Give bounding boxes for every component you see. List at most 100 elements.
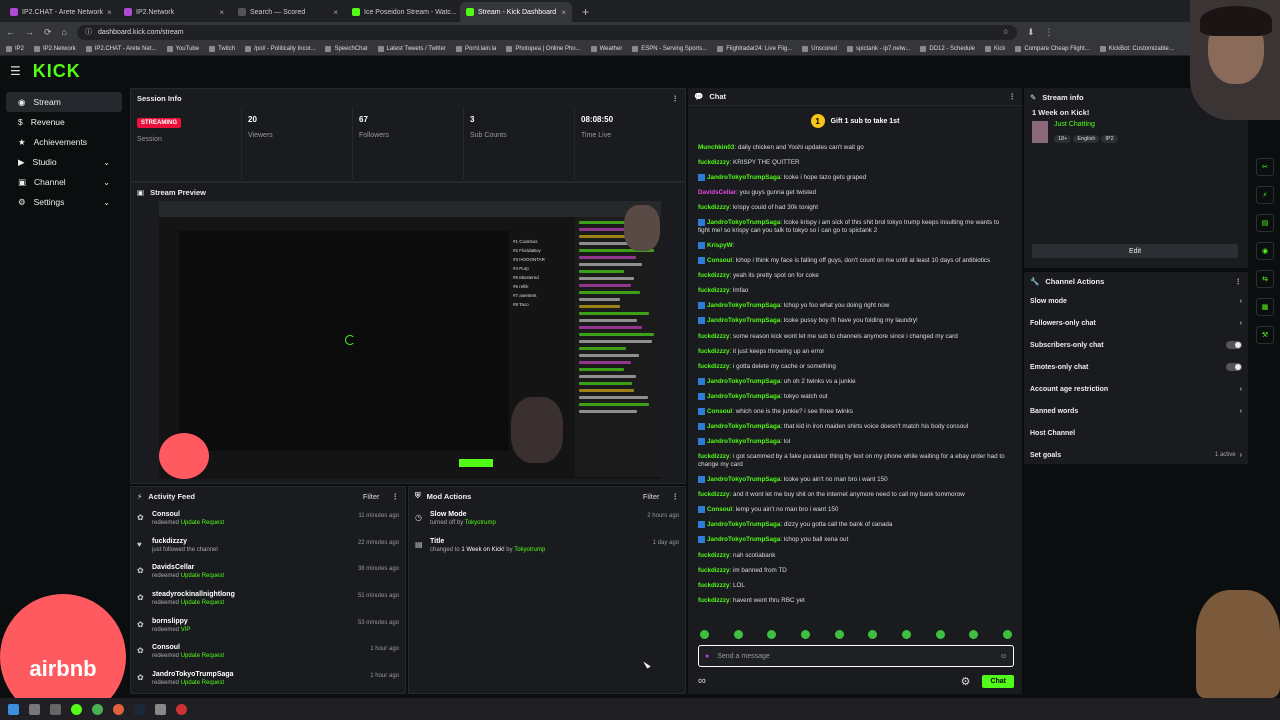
address-bar[interactable]: ⓘ dashboard.kick.com/stream ☆: [77, 25, 1017, 40]
kick-logo[interactable]: KICK: [33, 61, 81, 82]
chat-username[interactable]: Consoul: [707, 506, 732, 513]
close-icon[interactable]: ×: [107, 8, 112, 17]
chevron-right-icon[interactable]: ›: [1240, 320, 1242, 327]
more-options-icon[interactable]: ⋮: [672, 94, 680, 103]
toggle-switch[interactable]: [1226, 341, 1242, 349]
site-info-icon[interactable]: ⓘ: [85, 27, 92, 37]
bookmark-item[interactable]: Compare Cheap Flight...: [1015, 46, 1089, 52]
gift-sub-banner[interactable]: 1 Gift 1 sub to take 1st: [688, 106, 1022, 136]
bookmark-item[interactable]: spictank - ip7.netw...: [847, 46, 910, 52]
emote-icon[interactable]: [868, 630, 877, 639]
menu-icon[interactable]: ☰: [10, 64, 21, 78]
channel-action-subscribers-only-chat[interactable]: Subscribers-only chat: [1024, 334, 1248, 356]
bookmark-item[interactable]: DD12 - Schedule: [920, 46, 975, 52]
emoji-icon[interactable]: ☺: [1000, 653, 1007, 660]
extensions-icon[interactable]: ⋮: [1045, 27, 1054, 38]
more-options-icon[interactable]: ⋮: [1009, 92, 1017, 101]
activity-user-name[interactable]: steadyrockinallnightlong: [152, 591, 235, 598]
emote-icon[interactable]: [700, 630, 709, 639]
chat-username[interactable]: DavidsCellar: [698, 189, 736, 196]
browser-tab[interactable]: IP2.Network ×: [118, 2, 230, 22]
chat-username[interactable]: JandroTokyoTrumpSaga: [707, 302, 780, 309]
emote-icon[interactable]: [835, 630, 844, 639]
activity-user-name[interactable]: JandroTokyoTrumpSaga: [152, 671, 234, 678]
chat-username[interactable]: fuckdizzzy: [698, 597, 730, 604]
bookmark-item[interactable]: ESPN - Serving Sports...: [632, 46, 707, 52]
bookmark-item[interactable]: IP2.Network: [34, 46, 76, 52]
emote-icon[interactable]: [969, 630, 978, 639]
channel-action-slow-mode[interactable]: Slow mode ›: [1024, 290, 1248, 312]
chat-username[interactable]: fuckdizzzy: [698, 333, 730, 340]
chat-username[interactable]: JandroTokyoTrumpSaga: [707, 318, 780, 325]
forward-icon[interactable]: →: [25, 27, 34, 37]
bookmark-item[interactable]: Unscored: [802, 46, 837, 52]
channel-action-followers-only-chat[interactable]: Followers-only chat ›: [1024, 312, 1248, 334]
chat-username[interactable]: Consoul: [707, 257, 732, 264]
sidebar-item-stream[interactable]: ◉ Stream: [6, 92, 122, 112]
bookmark-star-icon[interactable]: ☆: [1003, 28, 1009, 36]
sidebar-item-settings[interactable]: ⚙ Settings ⌄: [6, 192, 122, 212]
chat-username[interactable]: Munchkin03: [698, 144, 734, 151]
chat-username[interactable]: fuckdizzzy: [698, 453, 730, 460]
close-icon[interactable]: ×: [561, 8, 566, 17]
emote-icon[interactable]: [902, 630, 911, 639]
chat-username[interactable]: JandroTokyoTrumpSaga: [707, 378, 780, 385]
search-icon[interactable]: [29, 704, 40, 715]
obs-icon[interactable]: [176, 704, 187, 715]
browser-tab[interactable]: IP2.CHAT - Arete Network ×: [4, 2, 116, 22]
chat-username[interactable]: JandroTokyoTrumpSaga: [707, 393, 780, 400]
bookmark-item[interactable]: Kick: [985, 46, 1005, 52]
sidebar-item-achievements[interactable]: ★ Achievements: [6, 132, 122, 152]
sidebar-item-channel[interactable]: ▣ Channel ⌄: [6, 172, 122, 192]
emote-icon[interactable]: [767, 630, 776, 639]
chat-username[interactable]: fuckdizzzy: [698, 204, 730, 211]
channel-action-banned-words[interactable]: Banned words ›: [1024, 400, 1248, 422]
emote-icon[interactable]: [1003, 630, 1012, 639]
chevron-right-icon[interactable]: ›: [1240, 408, 1242, 415]
sidebar-item-studio[interactable]: ▶ Studio ⌄: [6, 152, 122, 172]
chat-username[interactable]: JandroTokyoTrumpSaga: [707, 521, 780, 528]
bookmark-item[interactable]: IP2.CHAT - Arete Net...: [86, 46, 157, 52]
bookmark-item[interactable]: Photopea | Online Pho...: [506, 46, 580, 52]
chat-settings-icon[interactable]: ⚙: [961, 675, 971, 688]
chat-username[interactable]: JandroTokyoTrumpSaga: [707, 438, 780, 445]
chevron-right-icon[interactable]: ›: [1240, 386, 1242, 393]
settings-icon[interactable]: [155, 704, 166, 715]
chat-username[interactable]: fuckdizzzy: [698, 159, 730, 166]
browser-tab[interactable]: Stream - Kick Dashboard ×: [460, 2, 572, 22]
bookmark-item[interactable]: IP2: [6, 46, 24, 52]
category-name[interactable]: Just Chatting: [1054, 121, 1120, 128]
grid-icon[interactable]: ▦: [1256, 298, 1274, 316]
comment-icon[interactable]: ◉: [1256, 242, 1274, 260]
chat-username[interactable]: fuckdizzzy: [698, 582, 730, 589]
bookmark-item[interactable]: Twitch: [209, 46, 235, 52]
activity-user-name[interactable]: Consoul: [152, 644, 224, 651]
reload-icon[interactable]: ⟳: [44, 27, 52, 38]
chevron-down-icon[interactable]: ⌄: [103, 178, 110, 187]
points-icon[interactable]: ∞: [698, 675, 706, 687]
chat-username[interactable]: KrispyW: [707, 242, 733, 249]
doc-icon[interactable]: ▤: [1256, 214, 1274, 232]
edit-stream-info-button[interactable]: Edit: [1032, 244, 1238, 258]
emote-picker-icon[interactable]: ●: [705, 653, 709, 660]
back-icon[interactable]: ←: [6, 27, 15, 37]
more-options-icon[interactable]: ⋮: [392, 492, 400, 501]
close-icon[interactable]: ×: [333, 8, 338, 17]
send-chat-button[interactable]: Chat: [982, 675, 1014, 688]
chat-username[interactable]: fuckdizzzy: [698, 272, 730, 279]
chevron-down-icon[interactable]: ⌄: [103, 198, 110, 207]
chat-username[interactable]: JandroTokyoTrumpSaga: [707, 537, 780, 544]
close-icon[interactable]: ×: [219, 8, 224, 17]
steam-icon[interactable]: [134, 704, 145, 715]
chevron-down-icon[interactable]: ⌄: [103, 158, 110, 167]
chat-username[interactable]: fuckdizzzy: [698, 348, 730, 355]
bookmark-item[interactable]: KickBot: Customizable...: [1100, 46, 1174, 52]
bookmark-item[interactable]: Weather: [591, 46, 623, 52]
channel-action-emotes-only-chat[interactable]: Emotes-only chat: [1024, 356, 1248, 378]
activity-user-name[interactable]: DavidsCellar: [152, 564, 224, 571]
activity-filter-button[interactable]: Filter: [363, 492, 380, 501]
activity-user-name[interactable]: bornslippy: [152, 618, 190, 625]
chat-username[interactable]: fuckdizzzy: [698, 552, 730, 559]
chevron-right-icon[interactable]: ›: [1240, 452, 1242, 459]
bookmark-item[interactable]: SpeechChat: [325, 46, 367, 52]
